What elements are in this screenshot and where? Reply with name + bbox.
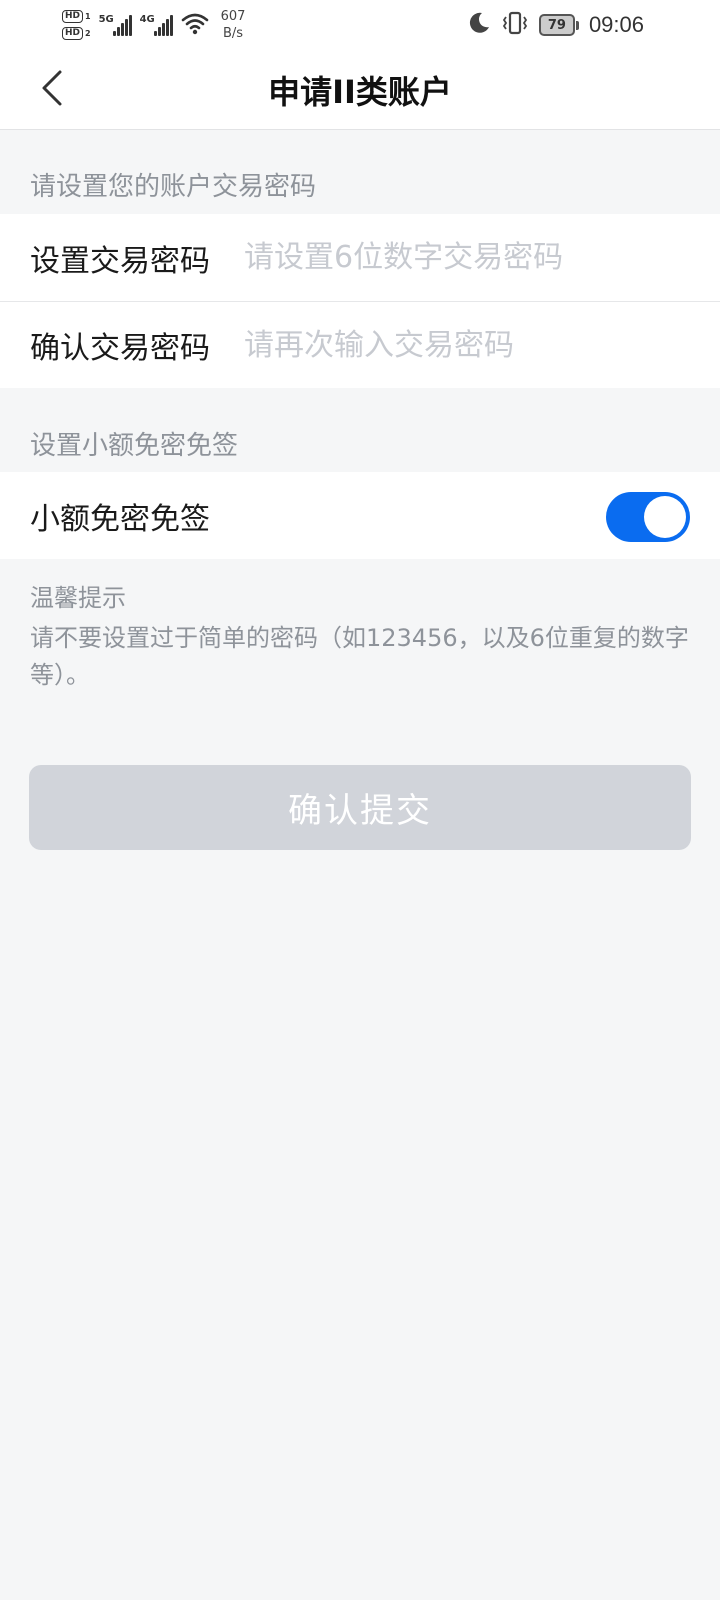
wifi-icon (181, 11, 209, 39)
set-password-input[interactable] (244, 240, 664, 275)
sim-number: 1 (85, 11, 91, 21)
hd-indicators: HD 1 HD 2 (62, 10, 91, 40)
speed-unit: B/s (222, 26, 244, 41)
micro-section-label: 设置小额免密免签 (30, 431, 239, 461)
status-right: 79 09:06 (467, 10, 644, 40)
network-type-label: 5G (98, 14, 114, 25)
signal-icon: 4G (140, 14, 173, 36)
password-card: 设置交易密码 确认交易密码 (0, 214, 720, 388)
chevron-left-icon (39, 69, 65, 111)
tips-body: 请不要设置过于简单的密码（如123456，以及6位重复的数字等）。 (30, 624, 689, 689)
hd-label: HD (62, 10, 84, 23)
network-speed: 607 B/s (221, 8, 246, 42)
nav-bar: 申请II类账户 (0, 50, 720, 130)
speed-value: 607 (220, 9, 246, 24)
status-bar: HD 1 HD 2 5G 4G 607 B/s 79 09:06 (0, 0, 720, 50)
confirm-password-row: 确认交易密码 (0, 301, 720, 388)
confirm-password-input[interactable] (244, 327, 664, 363)
password-section-label: 请设置您的账户交易密码 (30, 172, 317, 202)
page: HD 1 HD 2 5G 4G 607 B/s 79 09:06 申请II类账户… (0, 0, 720, 1600)
battery-icon: 79 (538, 14, 579, 36)
status-left: HD 1 HD 2 5G 4G 607 B/s (62, 4, 245, 46)
back-button[interactable] (28, 66, 76, 114)
status-time: 09:06 (588, 12, 644, 37)
toggle-knob (644, 496, 686, 538)
micro-card: 小额免密免签 (0, 472, 720, 559)
hd-badge-sim1: HD 1 (62, 10, 91, 23)
hd-badge-sim2: HD 2 (62, 27, 91, 40)
set-password-row: 设置交易密码 (0, 214, 720, 301)
micro-toggle-label: 小额免密免签 (30, 501, 210, 537)
vibrate-icon (501, 11, 529, 39)
signal-icon: 5G (99, 14, 132, 36)
sim-number: 2 (85, 28, 91, 38)
set-password-label: 设置交易密码 (30, 243, 210, 279)
micro-toggle-row: 小额免密免签 (0, 472, 720, 559)
page-title: 申请II类账户 (268, 73, 452, 111)
confirm-password-label: 确认交易密码 (30, 331, 210, 366)
hd-label: HD (62, 27, 84, 40)
battery-level: 79 (538, 14, 575, 36)
tips-title: 温馨提示 (30, 584, 126, 612)
network-type-label: 4G (139, 14, 155, 25)
moon-icon (467, 11, 491, 39)
micro-toggle-switch[interactable] (606, 492, 690, 542)
submit-button[interactable]: 确认提交 (29, 765, 691, 850)
